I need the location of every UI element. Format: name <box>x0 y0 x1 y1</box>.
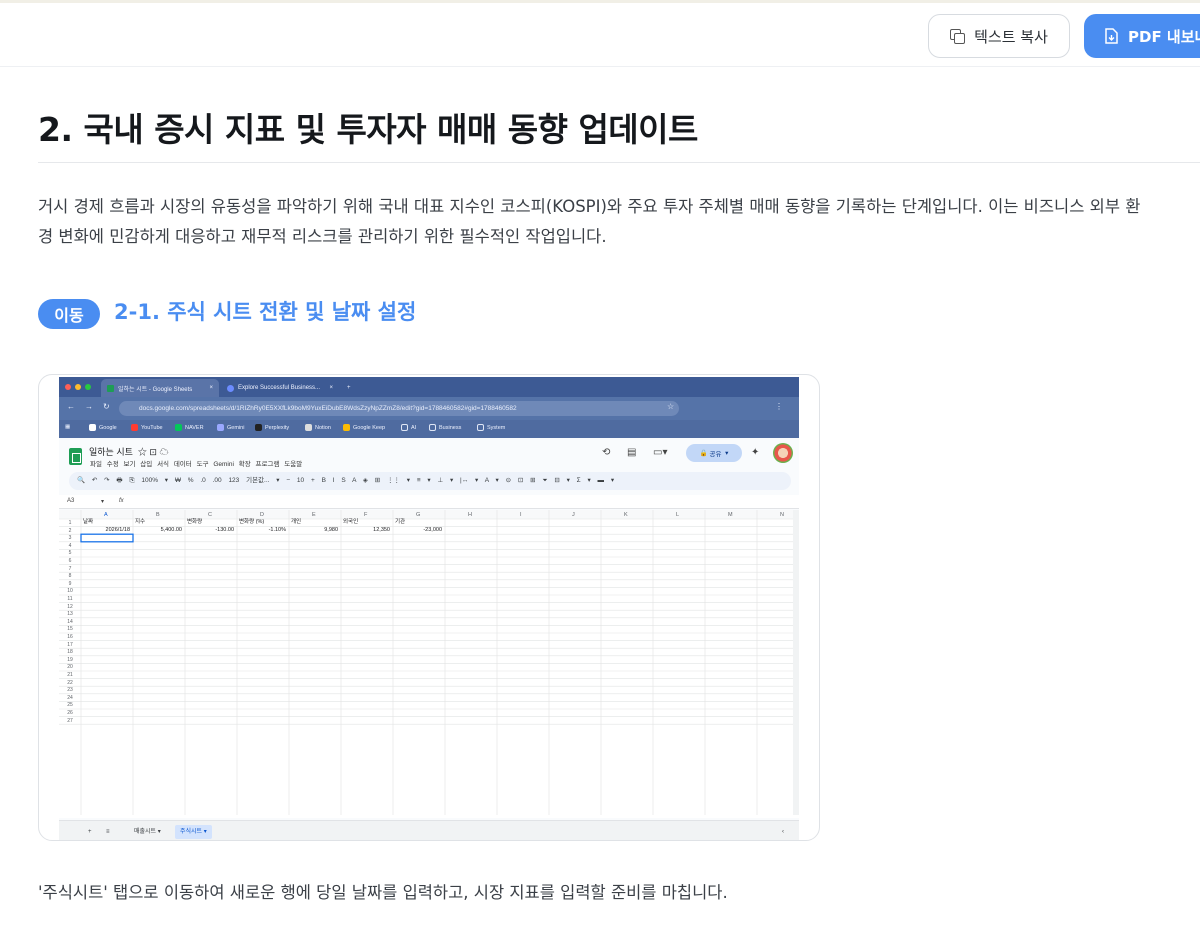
tab-close-icon: × <box>329 385 333 391</box>
browser-tab-explore-label: Explore Successful Business... <box>238 385 321 391</box>
sheets-app: 일하는 시트 ☆ ⊡ ☁ 파일 수정 보기 삽입 서식 데이터 도구 Gemin… <box>59 438 799 840</box>
copy-icon <box>950 29 966 44</box>
browser-tab-sheets: 일하는 시트 - Google Sheets × <box>101 379 219 397</box>
name-box: A3 <box>67 498 75 504</box>
meet-icon: ▭▾ <box>653 447 668 458</box>
url-field: docs.google.com/spreadsheets/d/1RIZhRy0E… <box>119 401 679 416</box>
vertical-scrollbar <box>793 510 799 815</box>
sheet-tab-sales: 매출시트 ▾ <box>134 829 161 835</box>
bookmark-google: Google <box>89 424 117 431</box>
tab-close-icon: × <box>209 385 213 391</box>
data-cell: 12,350 <box>373 526 390 533</box>
sheet-document-title: 일하는 시트 ☆ ⊡ ☁ <box>89 447 169 457</box>
selected-cell-a3 <box>80 533 134 543</box>
row-header: 27 <box>67 717 73 724</box>
gemini-sparkle-icon: ✦ <box>751 447 760 458</box>
column-header: N <box>780 512 784 518</box>
sheet-tab-stocks: 주식시트 ▾ <box>175 825 212 839</box>
data-cell: 9,980 <box>324 526 338 533</box>
data-cell: -130.00 <box>215 526 234 533</box>
bookmark-naver: NAVER <box>175 424 204 431</box>
bookmark-folder-system: System <box>477 424 505 431</box>
page-title: 2. 국내 증시 지표 및 투자자 매매 동향 업데이트 <box>38 110 698 149</box>
share-button: 🔒 공유 ▾ <box>686 444 742 462</box>
maximize-window-dot <box>85 384 91 390</box>
screenshot-frame: 일하는 시트 - Google Sheets × Explore Success… <box>38 374 820 841</box>
copy-text-button[interactable]: 텍스트 복사 <box>928 14 1070 58</box>
spreadsheet-grid: A B C D E F G H I J K L M N 1 2 3 4 5 6 7 8 9 10 11 12 13 14 15 16 17 1… <box>59 510 799 818</box>
column-header: A <box>104 512 108 518</box>
column-header: L <box>676 512 680 518</box>
name-box-dropdown-icon: ▾ <box>101 499 105 505</box>
column-header: C <box>208 512 212 518</box>
explore-favicon-icon <box>227 384 234 392</box>
column-header: I <box>520 512 522 518</box>
add-sheet-icon: + <box>88 829 92 835</box>
column-header: E <box>312 512 316 518</box>
formula-bar: A3 ▾ fx <box>59 495 799 509</box>
data-cell: -23,000 <box>423 526 442 533</box>
bookmark-folder-ai: AI <box>401 424 416 431</box>
step-caption: '주식시트' 탭으로 이동하여 새로운 행에 당일 날짜를 입력하고, 시장 지… <box>38 883 728 902</box>
browser-tab-sheets-label: 일하는 시트 - Google Sheets <box>118 386 193 393</box>
intro-line-2: 경 변화에 민감하게 대응하고 재무적 리스크를 관리하기 위한 필수적인 작업… <box>38 227 607 246</box>
bookmark-perplexity: Perplexity <box>255 424 289 431</box>
export-pdf-label: PDF 내보내기 <box>1128 27 1200 46</box>
reload-icon: ↻ <box>103 402 110 411</box>
browser-tab-explore: Explore Successful Business... × <box>221 379 339 397</box>
sheets-logo-icon <box>69 448 82 465</box>
export-pdf-button[interactable]: PDF 내보내기 <box>1084 14 1200 58</box>
title-divider <box>38 162 1200 163</box>
browser-tabstrip: 일하는 시트 - Google Sheets × Explore Success… <box>59 377 799 397</box>
bookmarks-bar: ▦ Google YouTube NAVER Gemini Perplexity… <box>59 420 799 438</box>
action-bar: 텍스트 복사 PDF 내보내기 <box>0 3 1200 67</box>
close-window-dot <box>65 384 71 390</box>
sheets-screenshot: 일하는 시트 - Google Sheets × Explore Success… <box>59 377 799 840</box>
bookmark-google-keep: Google Keep <box>343 424 385 431</box>
step-title: 2-1. 주식 시트 전환 및 날짜 설정 <box>114 300 417 324</box>
bookmark-gemini: Gemini <box>217 424 244 431</box>
comment-icon: ▤ <box>627 447 637 458</box>
apps-icon: ▦ <box>65 424 71 430</box>
history-icon: ⟲ <box>602 447 611 458</box>
column-header: G <box>416 512 421 518</box>
column-header: B <box>156 512 160 518</box>
sheet-tab-bar: + ≡ 매출시트 ▾ 주식시트 ▾ ‹ <box>59 820 799 840</box>
intro-line-1: 거시 경제 흐름과 시장의 유동성을 파악하기 위해 국내 대표 지수인 코스피… <box>38 197 1141 216</box>
intro-paragraph: 거시 경제 흐름과 시장의 유동성을 파악하기 위해 국내 대표 지수인 코스피… <box>38 192 1198 252</box>
column-header: F <box>364 512 368 518</box>
grid-lines <box>59 510 799 815</box>
sheets-toolbar: 🔍 ↶ ↷ 🖶 ⎘ 100% ▾ ₩ % .0 .00 123 기본값... ▾… <box>69 472 791 490</box>
all-sheets-icon: ≡ <box>106 829 110 835</box>
bookmark-folder-business: Business <box>429 424 461 431</box>
bookmark-star-icon: ☆ <box>667 402 675 411</box>
column-header: M <box>728 512 733 518</box>
column-header: J <box>572 512 575 518</box>
fx-icon: fx <box>119 498 124 504</box>
data-cell: 5,400.00 <box>160 526 182 533</box>
step-badge: 이동 <box>38 299 100 329</box>
new-tab-icon: + <box>347 385 351 391</box>
column-header: K <box>624 512 628 518</box>
back-icon: ← <box>67 402 75 411</box>
data-cell: 2026/1/18 <box>105 526 130 533</box>
copy-text-label: 텍스트 복사 <box>974 27 1048 46</box>
avatar <box>773 443 793 463</box>
browser-address-bar: ← → ↻ docs.google.com/spreadsheets/d/1RI… <box>59 397 799 420</box>
browser-menu-icon: ⋮ <box>775 402 783 411</box>
bookmark-notion: Notion <box>305 424 331 431</box>
column-header-strip <box>59 510 799 519</box>
forward-icon: → <box>85 402 93 411</box>
column-header: H <box>468 512 472 518</box>
pdf-file-icon <box>1105 28 1118 44</box>
bookmark-youtube: YouTube <box>131 424 163 431</box>
sheets-menu-bar: 파일 수정 보기 삽입 서식 데이터 도구 Gemini 확장 프로그램 도움말 <box>90 461 303 468</box>
sheet-scroll-left-icon: ‹ <box>782 829 784 835</box>
sheets-favicon-icon <box>107 384 114 392</box>
minimize-window-dot <box>75 384 81 390</box>
data-cell: -1.10% <box>268 526 286 533</box>
